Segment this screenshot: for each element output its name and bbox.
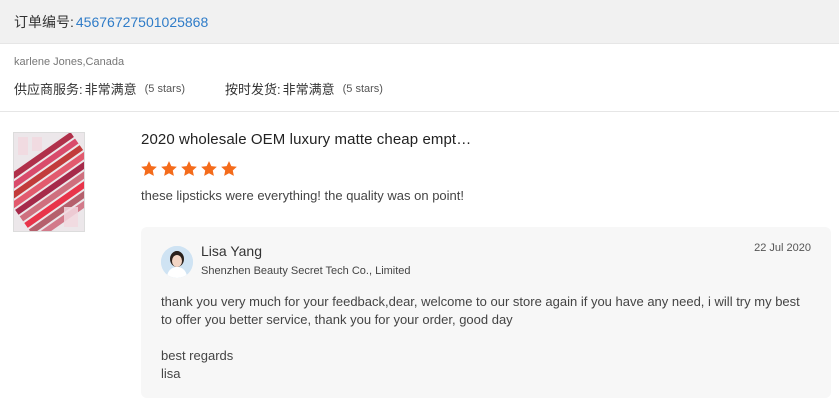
reply-body: thank you very much for your feedback,de… [161,294,800,327]
delivery-stars: (5 stars) [342,82,383,95]
buyer-info: karlene Jones,Canada 供应商服务: 非常满意 (5 star… [0,44,839,112]
reply-date: 22 Jul 2020 [754,242,811,254]
seller-company[interactable]: Shenzhen Beauty Secret Tech Co., Limited [201,265,411,277]
delivery-label: 按时发货: [224,82,281,97]
star-icon [141,161,157,176]
seller-name: Lisa Yang [201,243,262,259]
seller-reply: Lisa Yang Shenzhen Beauty Secret Tech Co… [141,227,831,398]
supplier-service-value: 非常满意 [84,82,137,97]
product-title[interactable]: 2020 wholesale OEM luxury matte cheap em… [141,131,471,148]
product-thumbnail[interactable] [13,132,85,232]
lipstick-product-icon [14,133,84,231]
review-rating [140,160,238,178]
seller-avatar-icon [161,246,193,278]
star-icon [181,161,197,176]
supplier-service-label: 供应商服务: [14,82,83,97]
avatar [161,246,193,278]
seller-ratings: 供应商服务: 非常满意 (5 stars) 按时发货: 非常满意 (5 star… [14,79,383,98]
reply-regards: best regards [161,348,234,363]
supplier-service-stars: (5 stars) [144,82,185,95]
star-icon [201,161,217,176]
order-header: 订单编号: 45676727501025868 [0,0,839,44]
delivery-value: 非常满意 [282,82,335,97]
reply-signoff: best regards lisa [161,347,233,383]
order-number-link[interactable]: 45676727501025868 [76,14,208,30]
star-icon [161,161,177,176]
buyer-name: karlene Jones,Canada [14,56,125,68]
reply-signature: lisa [161,366,181,381]
star-icon [221,161,237,176]
order-number-label: 订单编号: [14,13,74,30]
review-text: these lipsticks were everything! the qua… [141,188,465,203]
